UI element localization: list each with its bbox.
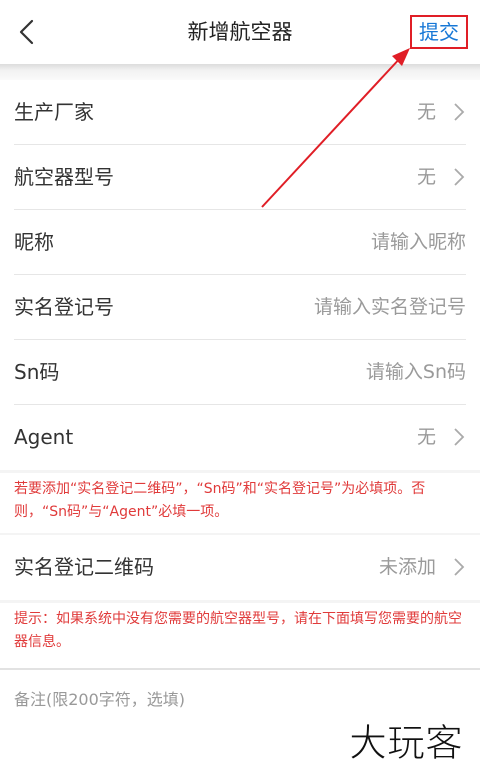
watermark-logo: 大玩客 bbox=[348, 721, 463, 766]
model-hint-notice: 提示：如果系统中没有您需要的航空器型号，请在下面填写您需要的航空器信息。 bbox=[0, 608, 480, 664]
aircraft-model-row[interactable]: 航空器型号 无 bbox=[0, 145, 480, 210]
chevron-right-icon bbox=[454, 428, 465, 446]
section-gap bbox=[0, 600, 480, 603]
manufacturer-row[interactable]: 生产厂家 无 bbox=[0, 80, 480, 145]
section-gap bbox=[0, 668, 480, 670]
svg-text:大玩客: 大玩客 bbox=[349, 721, 463, 765]
chevron-right-icon bbox=[454, 103, 465, 121]
sn-code-input[interactable]: 请输入Sn码 bbox=[366, 340, 466, 405]
registration-number-row: 实名登记号 请输入实名登记号 bbox=[0, 275, 480, 340]
nickname-input[interactable]: 请输入昵称 bbox=[371, 210, 466, 275]
qr-code-label: 实名登记二维码 bbox=[14, 555, 154, 579]
aircraft-model-label: 航空器型号 bbox=[14, 165, 114, 189]
manufacturer-label: 生产厂家 bbox=[14, 100, 94, 124]
remarks-input[interactable]: 备注(限200字符，选填) bbox=[14, 686, 185, 710]
registration-number-label: 实名登记号 bbox=[14, 295, 114, 319]
nickname-label: 昵称 bbox=[14, 230, 54, 254]
manufacturer-value: 无 bbox=[416, 101, 436, 123]
agent-row[interactable]: Agent 无 bbox=[0, 405, 480, 470]
header-shadow bbox=[0, 64, 480, 80]
chevron-right-icon bbox=[454, 558, 465, 576]
submit-button[interactable]: 提交 bbox=[410, 15, 468, 49]
page-title: 新增航空器 bbox=[187, 20, 293, 44]
qr-code-row[interactable]: 实名登记二维码 未添加 bbox=[0, 535, 480, 600]
header-bar: 新增航空器 提交 bbox=[0, 0, 480, 64]
nickname-row: 昵称 请输入昵称 bbox=[0, 210, 480, 275]
aircraft-model-value: 无 bbox=[416, 166, 436, 188]
agent-label: Agent bbox=[14, 425, 74, 449]
registration-number-input[interactable]: 请输入实名登记号 bbox=[314, 275, 466, 340]
chevron-right-icon bbox=[454, 168, 465, 186]
requirement-notice: 若要添加“实名登记二维码”，“Sn码”和“实名登记号”为必填项。否则，“Sn码”… bbox=[0, 478, 480, 530]
sn-code-label: Sn码 bbox=[14, 360, 60, 384]
sn-code-row: Sn码 请输入Sn码 bbox=[0, 340, 480, 405]
section-gap bbox=[0, 470, 480, 473]
qr-code-value: 未添加 bbox=[378, 556, 436, 578]
agent-value: 无 bbox=[416, 426, 436, 448]
